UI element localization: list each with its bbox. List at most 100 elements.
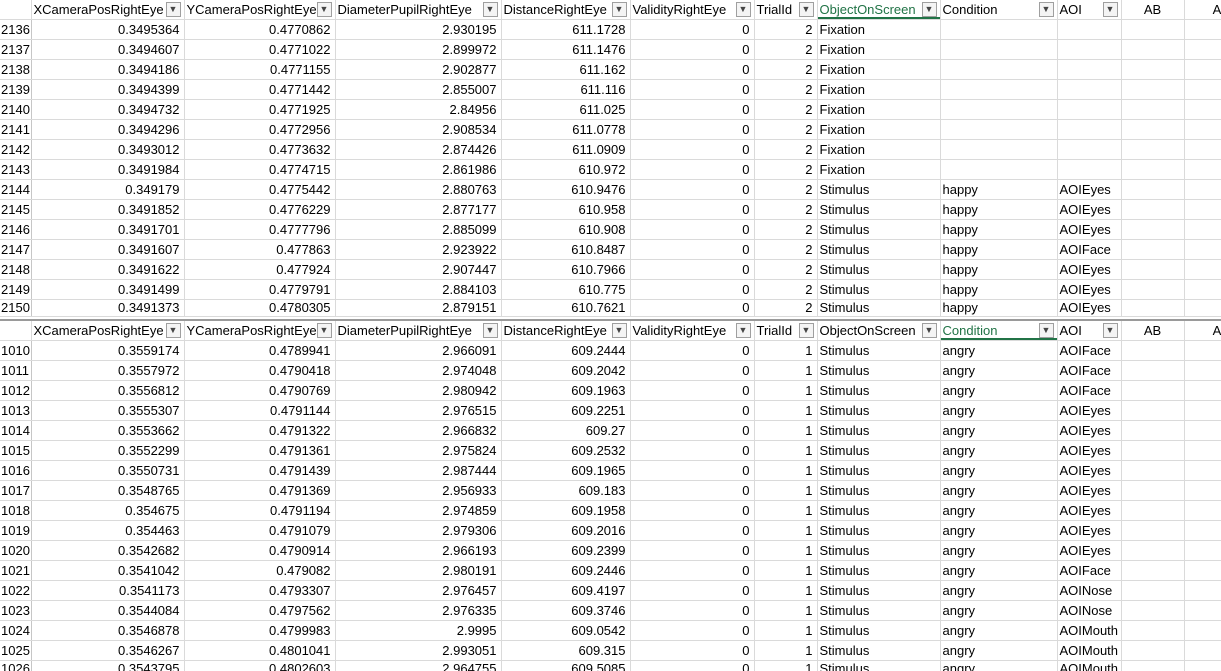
cell-trialid[interactable]: 1 xyxy=(754,500,818,521)
cell-trialid[interactable]: 1 xyxy=(754,460,818,481)
cell-diameter[interactable]: 2.966832 xyxy=(335,420,502,441)
row-number[interactable]: 1021 xyxy=(0,560,32,581)
cell-ycamera[interactable]: 0.4790769 xyxy=(184,380,336,401)
cell-trialid[interactable]: 1 xyxy=(754,440,818,461)
cell-ab[interactable] xyxy=(1121,59,1185,80)
cell-trialid[interactable]: 1 xyxy=(754,560,818,581)
cell-condition[interactable]: angry xyxy=(940,520,1058,541)
cell-validity[interactable]: 0 xyxy=(630,460,755,481)
cell-ab[interactable] xyxy=(1121,440,1185,461)
cell-validity[interactable]: 0 xyxy=(630,520,755,541)
cell-xcamera[interactable]: 0.3491373 xyxy=(31,299,185,317)
cell-objectonscreen[interactable]: Stimulus xyxy=(817,179,941,200)
cell-ac[interactable] xyxy=(1184,640,1221,661)
cell-ycamera[interactable]: 0.4791361 xyxy=(184,440,336,461)
cell-condition[interactable] xyxy=(940,59,1058,80)
cell-validity[interactable]: 0 xyxy=(630,580,755,601)
cell-ac[interactable] xyxy=(1184,59,1221,80)
cell-aoi[interactable]: AOIEyes xyxy=(1057,440,1122,461)
cell-ac[interactable] xyxy=(1184,99,1221,120)
cell-ycamera[interactable]: 0.4770862 xyxy=(184,19,336,40)
cell-objectonscreen[interactable]: Stimulus xyxy=(817,480,941,501)
cell-diameter[interactable]: 2.979306 xyxy=(335,520,502,541)
cell-aoi[interactable]: AOIEyes xyxy=(1057,259,1122,280)
cell-diameter[interactable]: 2.976515 xyxy=(335,400,502,421)
cell-xcamera[interactable]: 0.3543795 xyxy=(31,660,185,671)
cell-distance[interactable]: 609.2251 xyxy=(501,400,631,421)
cell-ycamera[interactable]: 0.4773632 xyxy=(184,139,336,160)
cell-condition[interactable] xyxy=(940,159,1058,180)
cell-objectonscreen[interactable]: Stimulus xyxy=(817,239,941,260)
cell-ycamera[interactable]: 0.4771925 xyxy=(184,99,336,120)
cell-ac[interactable] xyxy=(1184,259,1221,280)
cell-ac[interactable] xyxy=(1184,39,1221,60)
cell-trialid[interactable]: 2 xyxy=(754,59,818,80)
cell-validity[interactable]: 0 xyxy=(630,219,755,240)
cell-validity[interactable]: 0 xyxy=(630,59,755,80)
cell-condition[interactable] xyxy=(940,119,1058,140)
cell-validity[interactable]: 0 xyxy=(630,199,755,220)
row-number[interactable]: 1019 xyxy=(0,520,32,541)
cell-diameter[interactable]: 2.930195 xyxy=(335,19,502,40)
cell-objectonscreen[interactable]: Stimulus xyxy=(817,279,941,300)
cell-condition[interactable]: angry xyxy=(940,400,1058,421)
row-number[interactable]: 2139 xyxy=(0,79,32,100)
cell-condition[interactable]: happy xyxy=(940,299,1058,317)
row-number[interactable]: 2137 xyxy=(0,39,32,60)
cell-ab[interactable] xyxy=(1121,580,1185,601)
cell-distance[interactable]: 611.0909 xyxy=(501,139,631,160)
row-number[interactable]: 1012 xyxy=(0,380,32,401)
cell-ab[interactable] xyxy=(1121,620,1185,641)
filter-dropdown-icon[interactable]: ▼ xyxy=(316,2,332,17)
filter-dropdown-icon[interactable]: ▼ xyxy=(482,2,498,17)
cell-ab[interactable] xyxy=(1121,39,1185,60)
cell-ab[interactable] xyxy=(1121,119,1185,140)
cell-trialid[interactable]: 1 xyxy=(754,580,818,601)
filter-dropdown-icon[interactable]: ▼ xyxy=(735,2,751,17)
row-number[interactable]: 2147 xyxy=(0,239,32,260)
cell-condition[interactable]: angry xyxy=(940,420,1058,441)
cell-objectonscreen[interactable]: Stimulus xyxy=(817,600,941,621)
col-header-distance[interactable]: DistanceRightEye ▼ xyxy=(501,0,631,20)
cell-validity[interactable]: 0 xyxy=(630,640,755,661)
cell-diameter[interactable]: 2.966091 xyxy=(335,340,502,361)
cell-ab[interactable] xyxy=(1121,600,1185,621)
cell-distance[interactable]: 611.162 xyxy=(501,59,631,80)
cell-objectonscreen[interactable]: Fixation xyxy=(817,59,941,80)
cell-ab[interactable] xyxy=(1121,299,1185,317)
cell-diameter[interactable]: 2.9995 xyxy=(335,620,502,641)
cell-aoi[interactable]: AOIEyes xyxy=(1057,279,1122,300)
cell-diameter[interactable]: 2.908534 xyxy=(335,119,502,140)
cell-distance[interactable]: 611.116 xyxy=(501,79,631,100)
col-header-validity[interactable]: ValidityRightEye ▼ xyxy=(630,0,755,20)
cell-ac[interactable] xyxy=(1184,560,1221,581)
cell-condition[interactable]: happy xyxy=(940,179,1058,200)
cell-trialid[interactable]: 2 xyxy=(754,199,818,220)
cell-ycamera[interactable]: 0.4771442 xyxy=(184,79,336,100)
cell-validity[interactable]: 0 xyxy=(630,600,755,621)
cell-condition[interactable]: angry xyxy=(940,380,1058,401)
cell-aoi[interactable] xyxy=(1057,59,1122,80)
row-number[interactable]: 2138 xyxy=(0,59,32,80)
cell-diameter[interactable]: 2.974048 xyxy=(335,360,502,381)
cell-objectonscreen[interactable]: Stimulus xyxy=(817,540,941,561)
cell-distance[interactable]: 611.1476 xyxy=(501,39,631,60)
cell-diameter[interactable]: 2.84956 xyxy=(335,99,502,120)
cell-objectonscreen[interactable]: Stimulus xyxy=(817,640,941,661)
cell-xcamera[interactable]: 0.3559174 xyxy=(31,340,185,361)
cell-condition[interactable]: happy xyxy=(940,199,1058,220)
cell-validity[interactable]: 0 xyxy=(630,299,755,317)
cell-validity[interactable]: 0 xyxy=(630,560,755,581)
cell-xcamera[interactable]: 0.354463 xyxy=(31,520,185,541)
cell-ac[interactable] xyxy=(1184,620,1221,641)
cell-ab[interactable] xyxy=(1121,360,1185,381)
cell-xcamera[interactable]: 0.3494399 xyxy=(31,79,185,100)
cell-ab[interactable] xyxy=(1121,159,1185,180)
cell-ab[interactable] xyxy=(1121,640,1185,661)
filter-dropdown-icon[interactable]: ▼ xyxy=(611,323,627,338)
cell-condition[interactable]: angry xyxy=(940,360,1058,381)
cell-aoi[interactable]: AOIEyes xyxy=(1057,199,1122,220)
cell-condition[interactable]: angry xyxy=(940,480,1058,501)
cell-condition[interactable]: angry xyxy=(940,340,1058,361)
cell-diameter[interactable]: 2.980942 xyxy=(335,380,502,401)
